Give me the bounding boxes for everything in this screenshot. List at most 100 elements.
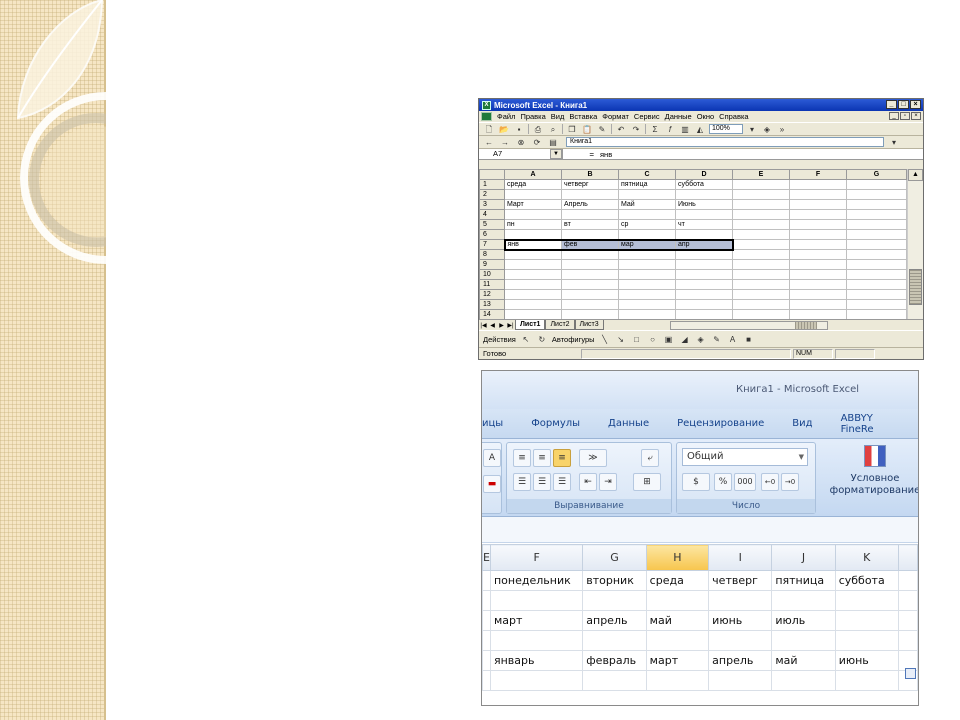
cell[interactable]: среда — [504, 179, 562, 190]
cell[interactable] — [561, 249, 619, 260]
print-preview-icon[interactable]: ⌕ — [547, 124, 559, 135]
column-header-partial[interactable] — [897, 544, 918, 571]
cell[interactable] — [561, 229, 619, 240]
row-header[interactable]: 10 — [479, 269, 505, 280]
column-header[interactable]: F — [789, 169, 847, 180]
scroll-up-icon[interactable]: ▲ — [908, 169, 923, 181]
cell[interactable] — [771, 590, 836, 611]
percent-style-button[interactable]: % — [714, 473, 732, 491]
cell[interactable]: вт — [561, 219, 619, 230]
row-header[interactable]: 2 — [479, 189, 505, 200]
cell[interactable] — [732, 209, 790, 220]
row-header[interactable]: 9 — [479, 259, 505, 270]
cell[interactable] — [732, 199, 790, 210]
decrease-indent-icon[interactable]: ⇤ — [579, 473, 597, 491]
merge-center-icon[interactable]: ⊞ — [633, 473, 661, 491]
back-arrow-icon[interactable]: ← — [483, 137, 495, 148]
autofill-options-icon[interactable] — [905, 668, 916, 679]
cell[interactable] — [732, 189, 790, 200]
cell-partial[interactable] — [897, 630, 918, 651]
cell[interactable] — [789, 289, 847, 300]
format-painter-icon[interactable]: ✎ — [596, 124, 608, 135]
doc-restore-button[interactable]: ▫ — [900, 112, 910, 120]
cell[interactable]: июнь — [708, 610, 773, 631]
cell[interactable] — [618, 259, 676, 270]
cell[interactable]: февраль — [582, 650, 647, 671]
cell[interactable] — [504, 269, 562, 280]
cell[interactable] — [846, 279, 907, 290]
cell[interactable] — [482, 630, 491, 651]
cell[interactable] — [582, 590, 647, 611]
align-top-icon[interactable]: ≡ — [513, 449, 531, 467]
workbook-icon[interactable] — [481, 112, 492, 121]
cell[interactable] — [561, 309, 619, 319]
row-header[interactable]: 6 — [479, 229, 505, 240]
cell[interactable]: понедельник — [489, 570, 584, 591]
tab-abbyy[interactable]: ABBYY FineRe — [841, 413, 890, 435]
cell[interactable] — [504, 309, 562, 319]
save-icon[interactable]: ▪ — [513, 124, 525, 135]
cell[interactable] — [618, 189, 676, 200]
prev-sheet-icon[interactable]: ◀ — [488, 322, 497, 329]
maximize-button[interactable]: □ — [898, 100, 909, 109]
cell[interactable] — [789, 259, 847, 270]
first-sheet-icon[interactable]: |◀ — [479, 322, 488, 329]
address-dropdown-icon[interactable]: ▾ — [888, 137, 900, 148]
oval-icon[interactable]: ○ — [647, 334, 659, 345]
copy-icon[interactable]: ❐ — [566, 124, 578, 135]
column-header[interactable]: G — [582, 544, 647, 571]
cell[interactable] — [732, 219, 790, 230]
menu-edit[interactable]: Правка — [520, 112, 545, 121]
cell[interactable] — [732, 299, 790, 310]
row-header[interactable]: 14 — [479, 309, 505, 319]
cell[interactable] — [561, 209, 619, 220]
cell[interactable] — [732, 179, 790, 190]
cell[interactable] — [834, 590, 899, 611]
cell[interactable] — [561, 189, 619, 200]
cell[interactable] — [732, 289, 790, 300]
cell[interactable]: март — [489, 610, 584, 631]
menu-file[interactable]: Файл — [497, 112, 515, 121]
cell[interactable] — [561, 269, 619, 280]
cell[interactable]: апрель — [582, 610, 647, 631]
cell[interactable]: янв — [503, 238, 562, 251]
tab-view[interactable]: Вид — [792, 418, 812, 429]
cell[interactable] — [618, 229, 676, 240]
tab-data[interactable]: Данные — [608, 418, 649, 429]
cell-partial[interactable] — [897, 570, 918, 591]
doc-minimize-button[interactable]: _ — [889, 112, 899, 120]
cell[interactable]: июль — [771, 610, 836, 631]
fill-color-icon[interactable]: ◈ — [695, 334, 707, 345]
cell[interactable]: среда — [645, 570, 710, 591]
column-header-active[interactable]: H — [645, 544, 710, 571]
cell[interactable] — [504, 299, 562, 310]
paste-icon[interactable]: 📋 — [581, 124, 593, 135]
cell[interactable] — [561, 299, 619, 310]
row-header[interactable]: 12 — [479, 289, 505, 300]
sheet-tab-2[interactable]: Лист2 — [545, 320, 575, 330]
next-sheet-icon[interactable]: ▶ — [497, 322, 506, 329]
column-header[interactable]: E — [482, 544, 491, 571]
favorites-icon[interactable]: ▤ — [547, 137, 559, 148]
menu-format[interactable]: Формат — [602, 112, 629, 121]
cell[interactable] — [618, 279, 676, 290]
align-right-icon[interactable]: ☰ — [553, 473, 571, 491]
cell[interactable] — [504, 279, 562, 290]
rotate-icon[interactable]: ↻ — [536, 334, 548, 345]
cell[interactable] — [789, 309, 847, 319]
cell[interactable]: Апрель — [561, 199, 619, 210]
cell[interactable] — [504, 209, 562, 220]
cell[interactable] — [675, 229, 733, 240]
cell[interactable] — [732, 249, 790, 260]
column-header[interactable]: C — [618, 169, 676, 180]
cell[interactable]: январь — [489, 650, 584, 671]
doc-close-button[interactable]: × — [911, 112, 921, 120]
cell[interactable] — [789, 299, 847, 310]
cell[interactable] — [789, 209, 847, 220]
cell[interactable] — [675, 189, 733, 200]
open-folder-icon[interactable]: 📂 — [498, 124, 510, 135]
cell[interactable] — [789, 229, 847, 240]
cell[interactable] — [846, 259, 907, 270]
cell[interactable] — [846, 239, 907, 250]
close-button[interactable]: × — [910, 100, 921, 109]
